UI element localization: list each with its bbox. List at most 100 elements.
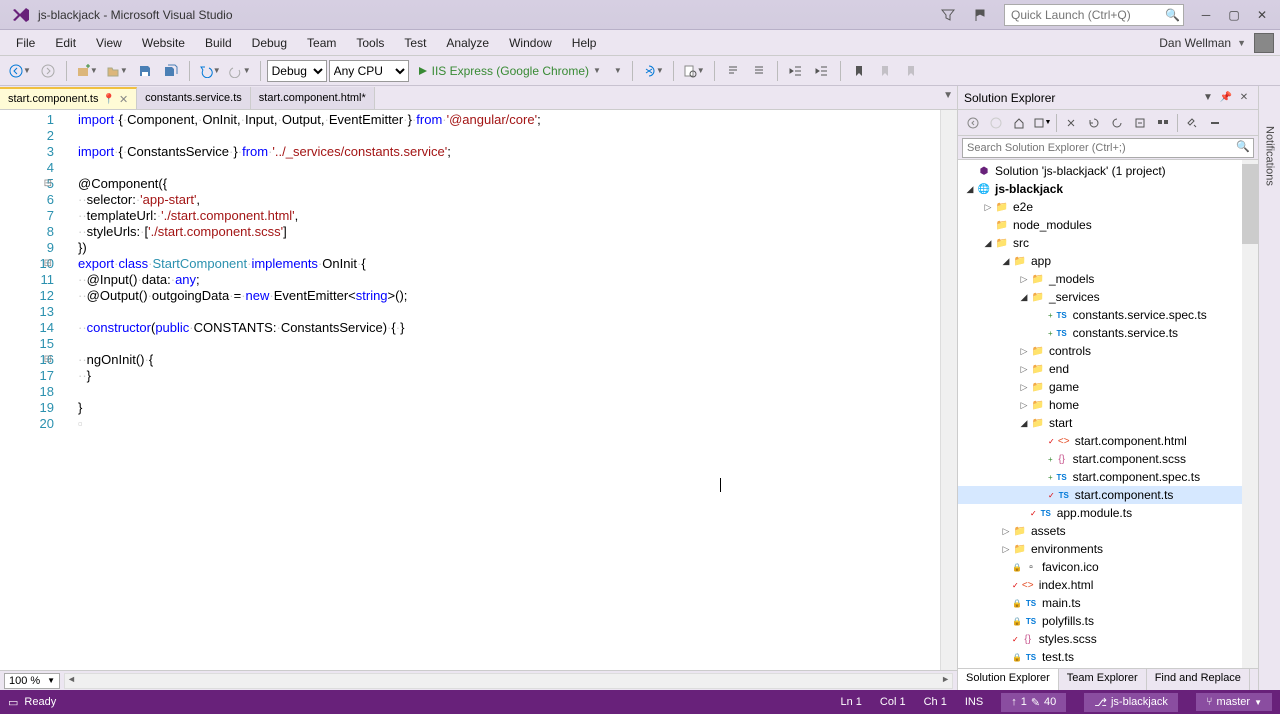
tree-item[interactable]: ▷📁environments [958,540,1258,558]
minimize-button[interactable]: ─ [1192,4,1220,26]
editor-tab[interactable]: constants.service.ts [137,87,251,109]
tree-item[interactable]: ✓TSapp.module.ts [958,504,1258,522]
platform-select[interactable]: Any CPU [329,60,409,82]
home-icon[interactable] [1008,112,1030,134]
tree-item[interactable]: 🔒TSmain.ts [958,594,1258,612]
tree-item[interactable]: ▷📁home [958,396,1258,414]
tree-item[interactable]: +{}start.component.scss [958,450,1258,468]
tree-item[interactable]: ▷📁end [958,360,1258,378]
tree-item[interactable]: ⬢Solution 'js-blackjack' (1 project) [958,162,1258,180]
quick-launch-input[interactable] [1004,4,1184,26]
forward-icon[interactable] [985,112,1007,134]
tree-item[interactable]: +TSstart.component.spec.ts [958,468,1258,486]
menu-build[interactable]: Build [195,32,242,54]
properties-icon[interactable] [1181,112,1203,134]
tree-item[interactable]: ✓{}styles.scss [958,630,1258,648]
menu-help[interactable]: Help [562,32,607,54]
menu-view[interactable]: View [86,32,132,54]
uncomment-button[interactable] [747,59,771,83]
pin-icon[interactable]: 📍 [103,94,115,105]
vertical-scrollbar[interactable] [940,110,957,670]
tree-item[interactable]: ◢📁src [958,234,1258,252]
editor-tab[interactable]: start.component.html* [251,87,375,109]
notifications-strip[interactable]: Notifications [1258,86,1280,690]
tree-item[interactable]: 🔒▫favicon.ico [958,558,1258,576]
tree-item[interactable]: ✓<>start.component.html [958,432,1258,450]
panel-close-icon[interactable]: ✕ [1236,90,1252,106]
editor-body[interactable]: 12345⊟678910⊟111213141516⊟17181920 impor… [0,110,957,670]
user-name[interactable]: Dan Wellman [1159,36,1235,50]
panel-tab-solution-explorer[interactable]: Solution Explorer [958,669,1059,690]
collapse-icon[interactable] [1129,112,1151,134]
tree-item[interactable]: ▷📁assets [958,522,1258,540]
menu-tools[interactable]: Tools [346,32,394,54]
tree-scrollbar[interactable] [1242,160,1258,668]
browser-link-button[interactable]: ▼ [639,59,667,83]
menu-team[interactable]: Team [297,32,346,54]
filter-icon[interactable] [934,3,962,27]
undo-button[interactable]: ▼ [196,59,224,83]
comment-button[interactable] [721,59,745,83]
tree-item[interactable]: ▷📁_models [958,270,1258,288]
tree-item[interactable]: ✓<>index.html [958,576,1258,594]
menu-analyze[interactable]: Analyze [436,32,499,54]
solution-search-input[interactable] [962,138,1254,158]
tree-item[interactable]: 🔒TSpolyfills.ts [958,612,1258,630]
close-button[interactable]: ✕ [1248,4,1276,26]
editor-tab[interactable]: start.component.ts📍✕ [0,87,137,109]
tab-overflow-icon[interactable]: ▼ [943,90,953,101]
refresh2-icon[interactable] [1106,112,1128,134]
tree-item[interactable]: ◢📁_services [958,288,1258,306]
menu-window[interactable]: Window [499,32,562,54]
nav-back-button[interactable]: ▼ [6,59,34,83]
tree-item[interactable]: ◢🌐js-blackjack [958,180,1258,198]
user-avatar[interactable] [1254,33,1274,53]
status-source-control[interactable]: ↑1 ✎40 [1001,693,1066,712]
menu-debug[interactable]: Debug [242,32,297,54]
tree-item[interactable]: ▷📁controls [958,342,1258,360]
preview-icon[interactable] [1204,112,1226,134]
tree-item[interactable]: ◢📁start [958,414,1258,432]
panel-tab-team-explorer[interactable]: Team Explorer [1059,669,1147,690]
zoom-select[interactable]: 100 %▼ [4,673,60,689]
redo-button[interactable]: ▼ [226,59,254,83]
quick-launch[interactable]: 🔍 [1004,4,1184,26]
outdent-button[interactable] [784,59,808,83]
status-repo[interactable]: ⎇js-blackjack [1084,693,1178,712]
prev-bookmark-button[interactable] [873,59,897,83]
status-branch[interactable]: ⑂master▼ [1196,693,1272,711]
indent-button[interactable] [810,59,834,83]
show-all-icon[interactable] [1152,112,1174,134]
tree-item[interactable]: 🔒TStest.ts [958,648,1258,666]
run-target-dropdown[interactable]: ▼ [610,66,626,75]
panel-dropdown-icon[interactable]: ▼ [1200,90,1216,106]
tree-item[interactable]: ✓TSstart.component.ts [958,486,1258,504]
sync-icon[interactable] [1060,112,1082,134]
tree-item[interactable]: +TSconstants.service.spec.ts [958,306,1258,324]
panel-pin-icon[interactable]: 📌 [1218,90,1234,106]
bookmark-button[interactable] [847,59,871,83]
refresh-icon[interactable] [1083,112,1105,134]
menu-website[interactable]: Website [132,32,195,54]
tree-item[interactable]: +TSconstants.service.ts [958,324,1258,342]
back-icon[interactable] [962,112,984,134]
menu-test[interactable]: Test [394,32,436,54]
run-button[interactable]: IIS Express (Google Chrome) ▼ [411,63,608,79]
save-all-button[interactable] [159,59,183,83]
new-project-button[interactable]: ▼ [73,59,101,83]
horizontal-scrollbar[interactable] [64,673,953,689]
next-bookmark-button[interactable] [899,59,923,83]
code-editor[interactable]: import·{·Component,·OnInit,·Input,·Outpu… [70,110,940,670]
scope-icon[interactable]: ▼ [1031,112,1053,134]
solution-tree[interactable]: ⬢Solution 'js-blackjack' (1 project)◢🌐js… [958,160,1258,668]
save-button[interactable] [133,59,157,83]
panel-tab-find-and-replace[interactable]: Find and Replace [1147,669,1250,690]
open-file-button[interactable]: ▼ [103,59,131,83]
tree-item[interactable]: ▷📁game [958,378,1258,396]
menu-edit[interactable]: Edit [45,32,86,54]
menu-file[interactable]: File [6,32,45,54]
find-in-files-button[interactable]: ▼ [680,59,708,83]
config-select[interactable]: Debug [267,60,327,82]
nav-forward-button[interactable] [36,59,60,83]
close-tab-icon[interactable]: ✕ [119,93,128,106]
